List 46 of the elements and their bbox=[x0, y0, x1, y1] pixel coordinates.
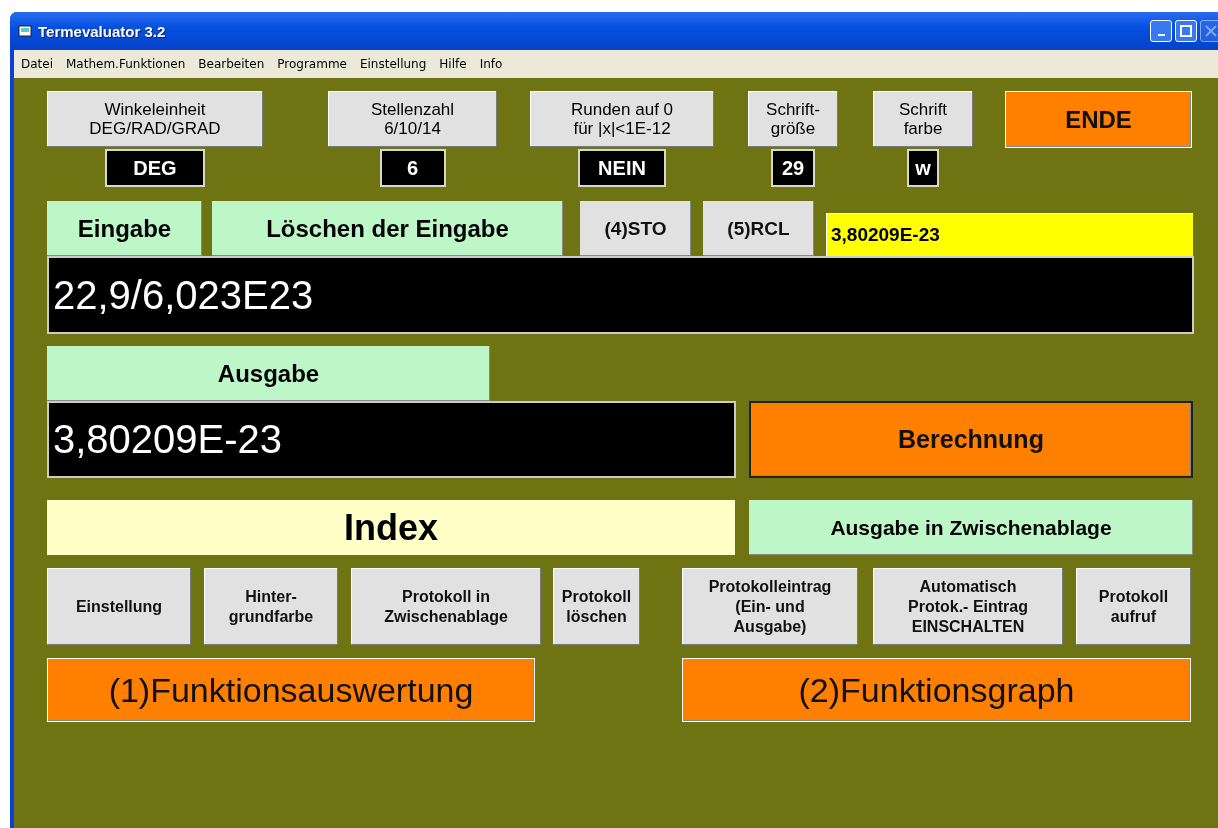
minimize-icon bbox=[1157, 34, 1165, 36]
calculate-button[interactable]: Berechnung bbox=[749, 401, 1193, 478]
log-button[interactable]: Protokoll aufruf bbox=[1076, 568, 1191, 645]
log-button[interactable]: Protokolleintrag (Ein- und Ausgabe) bbox=[682, 568, 858, 645]
setting-button[interactable]: Stellenzahl 6/10/14 bbox=[328, 91, 497, 147]
store-button[interactable]: (4)STO bbox=[580, 201, 691, 256]
recall-button[interactable]: (5)RCL bbox=[703, 201, 814, 256]
setting-value: 6 bbox=[379, 149, 446, 187]
setting-button[interactable]: Runden auf 0 für |x|<1E-12 bbox=[530, 91, 714, 147]
menu-item[interactable]: Info bbox=[472, 57, 509, 71]
menu-item[interactable]: Einstellung bbox=[352, 57, 433, 71]
log-button[interactable]: Protokoll löschen bbox=[553, 568, 640, 645]
menu-item[interactable]: Mathem.Funktionen bbox=[59, 57, 192, 71]
close-icon bbox=[1205, 25, 1217, 37]
setting-value: 29 bbox=[771, 149, 815, 187]
log-button[interactable]: Automatisch Protok.- Eintrag EINSCHALTEN bbox=[873, 568, 1063, 645]
setting-value: DEG bbox=[105, 149, 205, 187]
setting-button[interactable]: Schrift farbe bbox=[873, 91, 973, 147]
clear-input-button[interactable]: Löschen der Eingabe bbox=[212, 201, 563, 256]
input-field[interactable]: 22,9/6,023E23 bbox=[47, 256, 1194, 334]
log-button[interactable]: Protokoll in Zwischenablage bbox=[351, 568, 541, 645]
input-button[interactable]: Eingabe bbox=[47, 201, 202, 256]
index-button[interactable]: Index bbox=[47, 500, 735, 555]
maximize-icon bbox=[1180, 25, 1192, 37]
menu-item[interactable]: Bearbeiten bbox=[191, 57, 271, 71]
setting-button[interactable]: Winkeleinheit DEG/RAD/GRAD bbox=[47, 91, 263, 147]
menu-item[interactable]: Datei bbox=[14, 57, 59, 71]
setting-value: w bbox=[907, 149, 939, 187]
maximize-button[interactable] bbox=[1175, 20, 1197, 42]
window-title: Termevaluator 3.2 bbox=[38, 22, 166, 40]
setting-button[interactable]: Schrift- größe bbox=[748, 91, 838, 147]
end-button[interactable]: ENDE bbox=[1005, 91, 1192, 148]
function-button[interactable]: (2)Funktionsgraph bbox=[682, 658, 1191, 722]
window-icon bbox=[18, 25, 32, 37]
minimize-button[interactable] bbox=[1150, 20, 1172, 42]
setting-value: NEIN bbox=[578, 149, 666, 187]
function-button[interactable]: (1)Funktionsauswertung bbox=[47, 658, 535, 722]
clipboard-button[interactable]: Ausgabe in Zwischenablage bbox=[749, 500, 1193, 555]
output-label: Ausgabe bbox=[47, 346, 490, 401]
menu-item[interactable]: Programme bbox=[270, 57, 353, 71]
log-button[interactable]: Hinter- grundfarbe bbox=[204, 568, 338, 645]
log-button[interactable]: Einstellung bbox=[47, 568, 191, 645]
output-field: 3,80209E-23 bbox=[47, 401, 736, 478]
menu-item[interactable]: Hilfe bbox=[432, 57, 473, 71]
memory-field: 3,80209E-23 bbox=[826, 213, 1193, 256]
close-button[interactable] bbox=[1200, 20, 1218, 42]
